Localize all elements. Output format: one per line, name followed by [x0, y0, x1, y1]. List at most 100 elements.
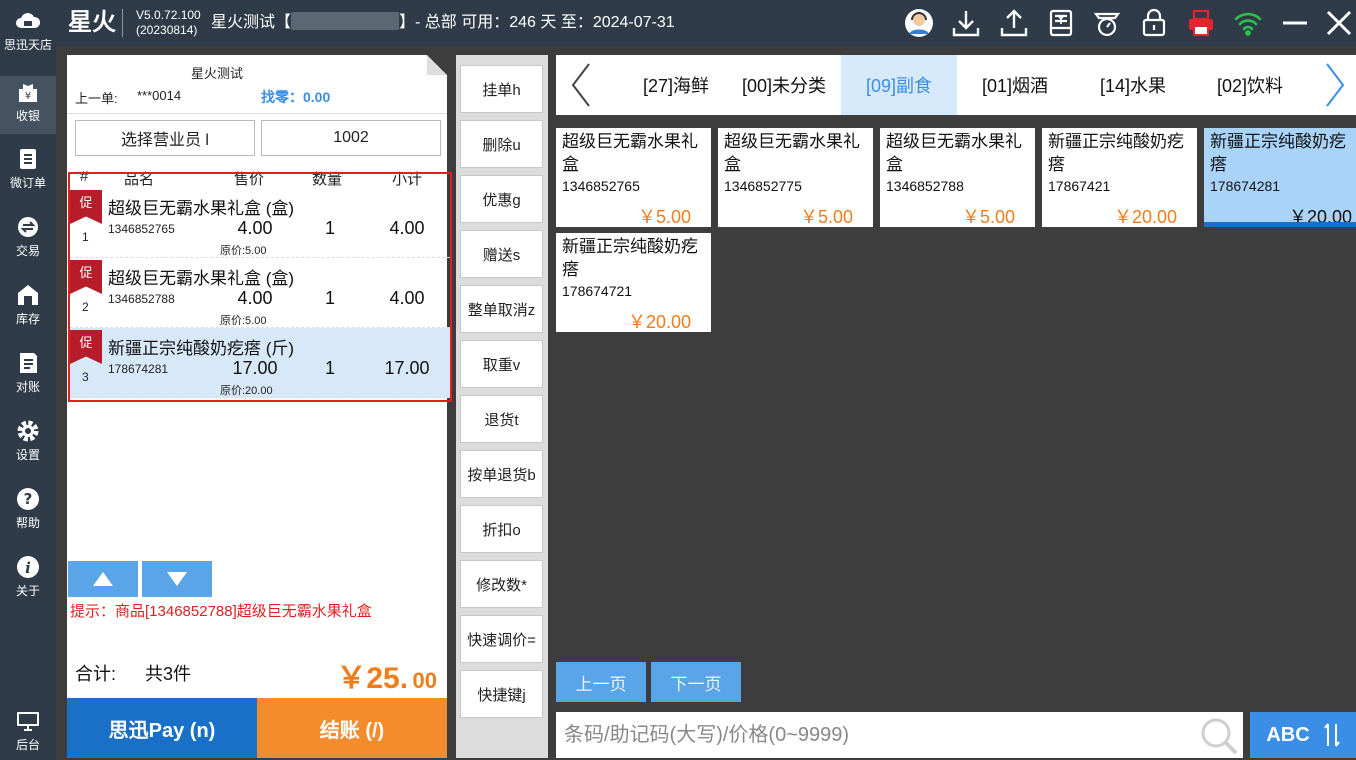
category-prev-button[interactable]: [566, 55, 596, 115]
category-tab[interactable]: [01]烟酒: [957, 55, 1073, 115]
modify-qty-button[interactable]: 修改数*: [460, 560, 543, 608]
return-button[interactable]: 退货t: [460, 395, 543, 443]
sidebar-item-settings[interactable]: 设置: [0, 418, 56, 463]
sidebar-item-about[interactable]: i 关于: [0, 554, 56, 599]
original-price: 原价:20.00: [220, 385, 273, 397]
scroll-up-button[interactable]: [68, 561, 138, 597]
item-subtotal: 17.00: [384, 358, 430, 378]
sidebar-item-label: 思迅天店: [3, 38, 52, 52]
product-code: 17867421: [1048, 178, 1111, 194]
download-icon[interactable]: [949, 6, 983, 40]
wifi-icon[interactable]: [1231, 6, 1265, 40]
product-card[interactable]: 新疆正宗纯酸奶疙瘩 178674721 ￥20.00: [556, 233, 711, 332]
divider: [122, 9, 123, 37]
sidebar-item-inventory[interactable]: 库存: [0, 282, 56, 327]
prev-page-button[interactable]: 上一页: [556, 662, 646, 702]
divider: [67, 113, 447, 114]
rebate-button[interactable]: 折扣o: [460, 505, 543, 553]
delete-button[interactable]: 删除u: [460, 120, 543, 168]
sidebar-item-label: 后台: [15, 738, 40, 752]
cart-row[interactable]: 促 1 超级巨无霸水果礼盒 (盒) 1346852765 4.00 1 4.00…: [70, 188, 450, 258]
product-price: ￥5.00: [637, 207, 691, 227]
product-card-selected[interactable]: 新疆正宗纯酸奶疙瘩 178674281 ￥20.00: [1204, 128, 1356, 227]
product-card[interactable]: 超级巨无霸水果礼盒 1346852765 ￥5.00: [556, 128, 711, 227]
upload-icon[interactable]: [997, 6, 1031, 40]
product-price: ￥5.00: [799, 207, 853, 227]
close-icon[interactable]: [1322, 6, 1356, 40]
weigh-button[interactable]: 取重v: [460, 340, 543, 388]
item-name: 新疆正宗纯酸奶疙瘩 (斤): [108, 339, 295, 358]
selection-bar: [1204, 222, 1356, 227]
category-tab[interactable]: [27]海鲜: [616, 55, 736, 115]
select-clerk-button[interactable]: 选择营业员 l: [75, 120, 255, 156]
store-name: 星火测试【: [211, 14, 292, 31]
lock-icon[interactable]: [1137, 6, 1171, 40]
avatar-icon[interactable]: [902, 6, 936, 40]
function-column: 挂单h 删除u 优惠g 赠送s 整单取消z 取重v 退货t 按单退货b 折扣o …: [456, 55, 548, 758]
sidebar-item-help[interactable]: ? 帮助: [0, 486, 56, 531]
sidebar-item-transaction[interactable]: 交易: [0, 214, 56, 259]
discount-offer-button[interactable]: 优惠g: [460, 175, 543, 223]
item-subtotal: 4.00: [389, 288, 425, 308]
sixun-pay-button[interactable]: 思迅Pay (n): [67, 698, 257, 758]
gift-button[interactable]: 赠送s: [460, 230, 543, 278]
barcode-search-input[interactable]: [556, 712, 1196, 758]
product-name: 超级巨无霸水果礼盒: [724, 132, 860, 174]
reconcile-icon: [20, 353, 37, 373]
product-code: 1346852765: [562, 178, 640, 194]
store-license: 】- 总部 可用：246 天 至：2024-07-31: [399, 14, 675, 31]
item-name: 超级巨无霸水果礼盒 (盒): [108, 269, 295, 288]
item-code: 1346852765: [108, 222, 175, 236]
minimize-icon[interactable]: [1278, 6, 1312, 40]
keyboard-toggle-button[interactable]: ABC: [1250, 712, 1356, 758]
printer-icon[interactable]: [1184, 6, 1218, 40]
scroll-down-button[interactable]: [142, 561, 212, 597]
product-code: 178674721: [562, 283, 633, 299]
sidebar-item-reconcile[interactable]: 对账: [0, 350, 56, 395]
product-card[interactable]: 超级巨无霸水果礼盒 1346852788 ￥5.00: [880, 128, 1035, 227]
sort-arrows-icon: [1323, 723, 1340, 747]
promo-tag: 促: [70, 330, 102, 364]
search-icon[interactable]: [1199, 716, 1239, 756]
item-price: 17.00: [232, 358, 278, 378]
category-next-button[interactable]: [1320, 55, 1350, 115]
cart-row[interactable]: 促 2 超级巨无霸水果礼盒 (盒) 1346852788 4.00 1 4.00…: [70, 258, 450, 328]
product-card[interactable]: 超级巨无霸水果礼盒 1346852775 ￥5.00: [718, 128, 873, 227]
scale-icon[interactable]: [1090, 6, 1124, 40]
category-tab[interactable]: [02]饮料: [1192, 55, 1308, 115]
cart-row[interactable]: 促 3 新疆正宗纯酸奶疙瘩 (斤) 178674281 17.00 1 17.0…: [70, 328, 450, 398]
total-integer: 25.: [366, 662, 409, 695]
row-index: 1: [82, 230, 89, 244]
sidebar-item-micro-order[interactable]: 微订单: [0, 146, 56, 191]
item-price: 4.00: [237, 218, 273, 238]
item-price: 4.00: [237, 288, 273, 308]
shortcut-button[interactable]: 快捷键j: [460, 670, 543, 718]
product-name: 超级巨无霸水果礼盒: [886, 132, 1022, 174]
quick-price-button[interactable]: 快速调价=: [460, 615, 543, 663]
checkout-button[interactable]: 结账 (/): [257, 698, 447, 758]
cash-drawer-icon[interactable]: [1044, 6, 1078, 40]
item-name: 超级巨无霸水果礼盒 (盒): [108, 199, 295, 218]
hold-order-button[interactable]: 挂单h: [460, 65, 543, 113]
sidebar-item-cashier[interactable]: ¥ 收银: [0, 76, 56, 134]
return-by-order-button[interactable]: 按单退货b: [460, 450, 543, 498]
clerk-id-field[interactable]: 1002: [261, 120, 441, 156]
cancel-order-button[interactable]: 整单取消z: [460, 285, 543, 333]
title-bar: 星火 V5.0.72.100 (20230814) 星火测试【 】- 总部 可用：…: [0, 0, 1356, 46]
product-price: ￥20.00: [1113, 207, 1177, 227]
sidebar-item-label: 库存: [15, 312, 40, 326]
product-price: ￥20.00: [627, 312, 691, 332]
category-tab[interactable]: [00]未分类: [726, 55, 842, 115]
svg-text:i: i: [25, 559, 31, 577]
sidebar-item-cloud-shop[interactable]: 思迅天店: [0, 8, 56, 53]
product-code: 1346852775: [724, 178, 802, 194]
product-card[interactable]: 新疆正宗纯酸奶疙瘩 17867421 ￥20.00: [1042, 128, 1197, 227]
next-page-button[interactable]: 下一页: [651, 662, 741, 702]
inventory-icon: [18, 285, 38, 305]
category-tab-active[interactable]: [09]副食: [841, 55, 957, 115]
original-price: 原价:5.00: [220, 245, 267, 257]
category-tab[interactable]: [14]水果: [1075, 55, 1191, 115]
item-qty: 1: [324, 218, 335, 238]
previous-order-label: 上一单:: [75, 91, 118, 106]
sidebar-item-backend[interactable]: 后台: [0, 708, 56, 753]
